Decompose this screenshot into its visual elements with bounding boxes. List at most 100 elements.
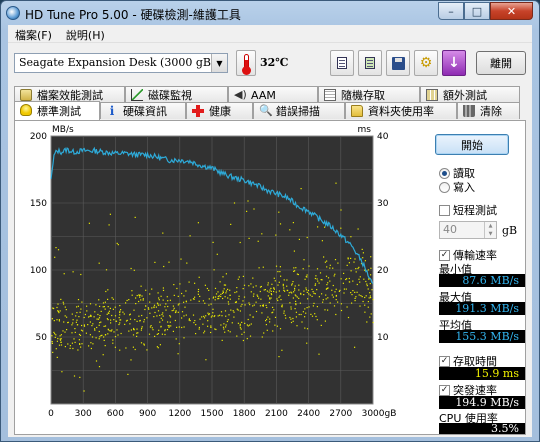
access-time-point <box>266 318 268 320</box>
short-test-size-value: 40 <box>443 223 457 236</box>
minimize-button[interactable]: – <box>438 2 464 20</box>
spinner-arrows-icon[interactable]: ▲ ▼ <box>484 222 496 238</box>
access-time-point <box>177 295 179 297</box>
access-time-point <box>98 324 100 326</box>
access-time-point <box>224 284 227 286</box>
save-button[interactable] <box>386 50 410 76</box>
access-time-point <box>58 319 60 321</box>
options-button[interactable]: ⚙ <box>414 50 438 76</box>
access-time-point <box>133 329 135 331</box>
tab-random-access[interactable]: 隨機存取 <box>318 86 420 103</box>
access-time-point <box>359 281 361 283</box>
x-tick-label: 2100 <box>265 409 288 419</box>
access-time-point <box>250 323 252 325</box>
access-time-point <box>74 341 76 343</box>
write-radio[interactable] <box>439 181 450 193</box>
short-test-option[interactable]: 短程測試 <box>439 202 497 218</box>
tab-aam[interactable]: ◀) AAM <box>228 86 318 103</box>
access-time-checkbox[interactable]: ✓ <box>439 355 450 367</box>
tab-error-scan[interactable]: 🔍 錯誤掃描 <box>253 102 345 119</box>
access-time-point <box>80 273 82 276</box>
short-test-size-input[interactable]: 40 ▲ ▼ <box>439 221 497 239</box>
tab-benchmark[interactable]: 標準測試 <box>14 101 100 120</box>
access-time-point <box>327 309 329 311</box>
access-time-point <box>259 290 261 293</box>
access-time-point <box>365 280 367 283</box>
access-time-point <box>114 346 116 348</box>
transfer-rate-checkbox[interactable]: ✓ <box>439 249 450 261</box>
access-time-point <box>179 283 181 285</box>
access-time-point <box>331 294 333 296</box>
access-time-point <box>138 315 140 317</box>
y-left-tick-label: 200 <box>30 132 47 142</box>
access-time-point <box>208 314 210 316</box>
access-time-point <box>294 294 296 296</box>
access-time-point <box>174 319 176 322</box>
access-time-point <box>204 302 206 304</box>
burst-rate-checkbox[interactable]: ✓ <box>439 384 450 396</box>
copy-screenshot-icon <box>365 57 375 69</box>
short-test-checkbox[interactable] <box>439 204 450 216</box>
exit-button[interactable]: 離開 <box>476 51 526 75</box>
access-time-point <box>223 328 225 330</box>
access-time-point <box>213 315 215 318</box>
access-time-point <box>128 330 130 332</box>
access-time-point <box>325 275 328 277</box>
access-time-point <box>132 334 135 336</box>
access-time-point <box>67 322 69 324</box>
access-time-point <box>249 324 251 326</box>
access-time-point <box>316 268 319 270</box>
access-time-point <box>292 297 294 299</box>
tab-extra-tests[interactable]: 額外測試 <box>420 86 520 103</box>
tab-disk-monitor[interactable]: 磁碟監視 <box>125 86 228 103</box>
access-time-point <box>362 257 364 259</box>
drive-select[interactable]: Seagate Expansion Desk (3000 gB) ▼ <box>14 53 228 73</box>
access-time-point <box>147 307 149 309</box>
access-time-point <box>177 311 179 313</box>
access-time-point <box>74 328 76 330</box>
read-radio[interactable] <box>439 167 450 179</box>
access-time-point <box>72 319 74 321</box>
access-time-point <box>318 353 320 355</box>
access-time-point <box>57 303 59 305</box>
copy-screenshot-button[interactable] <box>358 50 382 76</box>
access-time-point <box>56 319 58 321</box>
access-time-point <box>253 208 255 210</box>
access-time-point <box>241 303 243 306</box>
access-time-point <box>329 264 331 266</box>
menu-help[interactable]: 說明(H) <box>59 25 112 42</box>
access-time-point <box>300 188 302 190</box>
access-time-point <box>217 315 219 317</box>
access-time-point <box>239 325 241 327</box>
access-time-point <box>150 325 152 327</box>
access-time-point <box>225 273 227 275</box>
download-button[interactable]: ↓ <box>442 50 466 76</box>
access-time-point <box>216 253 218 255</box>
access-time-point <box>151 307 153 309</box>
maximize-button[interactable]: □ <box>464 2 490 20</box>
tab-info[interactable]: i 硬碟資訊 <box>100 102 186 119</box>
access-time-point <box>109 330 111 332</box>
tab-erase[interactable]: 清除 <box>457 102 520 119</box>
close-button[interactable]: ✕ <box>490 2 533 20</box>
access-time-point <box>143 321 145 323</box>
access-time-point <box>71 324 73 326</box>
write-option[interactable]: 寫入 <box>439 179 475 195</box>
access-time-point <box>184 306 186 308</box>
tab-health[interactable]: 健康 <box>186 102 253 119</box>
start-button[interactable]: 開始 <box>435 134 509 155</box>
tab-folder-usage[interactable]: 資料夾使用率 <box>345 102 457 119</box>
access-time-point <box>77 299 80 301</box>
access-time-point <box>279 223 282 225</box>
access-time-point <box>59 310 61 312</box>
access-time-point <box>198 328 200 330</box>
access-time-point <box>369 283 371 285</box>
access-time-point <box>73 338 75 340</box>
access-time-point <box>160 326 162 328</box>
menu-file[interactable]: 檔案(F) <box>8 25 59 42</box>
access-time-point <box>207 312 209 314</box>
access-time-point <box>159 314 161 316</box>
copy-text-button[interactable] <box>330 50 354 76</box>
access-time-point <box>175 310 177 312</box>
chevron-down-icon[interactable]: ▼ <box>211 54 227 72</box>
